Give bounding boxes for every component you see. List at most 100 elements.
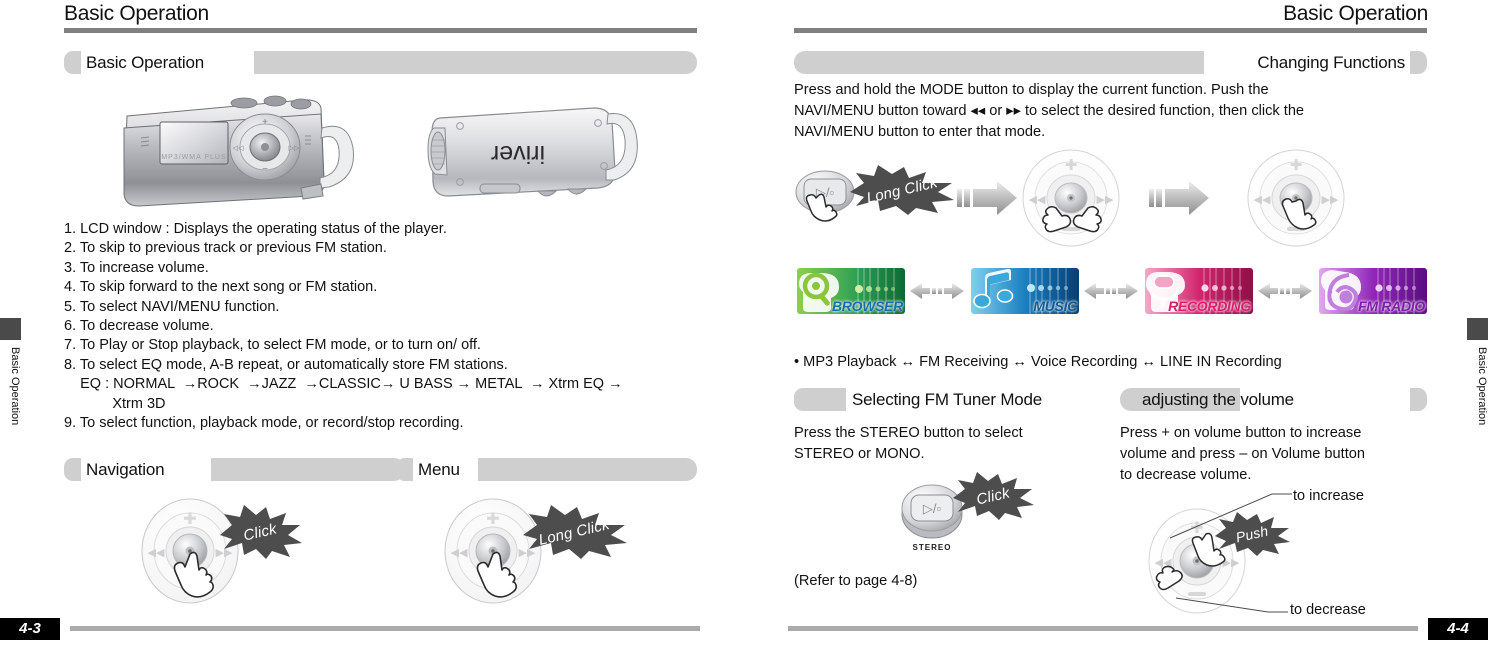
double-arrow-3 — [1258, 280, 1312, 302]
burst-navigation-click: Click — [216, 505, 304, 559]
section-header-navigation: Navigation — [64, 458, 405, 481]
pill-cap-icon — [64, 51, 81, 74]
player-side-image: iriver — [418, 92, 648, 212]
volume-paragraph: Press + on volume button to increase vol… — [1120, 423, 1440, 486]
section-title-menu: Menu — [418, 460, 460, 479]
pill-cap-icon — [396, 458, 413, 481]
list-item-9: 9. To select function, playback mode, or… — [64, 415, 464, 432]
right-page: Basic Operation Changing Functions Press… — [744, 0, 1488, 652]
function-tile-music[interactable]: MUSIC — [971, 268, 1079, 314]
paragraph-line: volume and press – on Volume button — [1120, 446, 1366, 462]
double-arrow-1 — [910, 280, 964, 302]
side-tab-left: Basic Operation — [0, 318, 21, 425]
fm-tuner-paragraph: Press the STEREO button to select STEREO… — [794, 423, 1094, 465]
jog-wheel-select-function: ✚ ◀◀ ▶▶ — [1016, 148, 1126, 248]
function-tile-label: FM RADIO — [1358, 298, 1425, 314]
svg-text:✚: ✚ — [486, 511, 499, 528]
jog-wheel-enter-mode: ✚ ◀◀ ▶▶ — [1241, 148, 1351, 248]
burst-volume-push: Push — [1212, 512, 1292, 556]
section-title-changing-functions: Changing Functions — [1257, 53, 1405, 72]
svg-text:◀◀: ◀◀ — [1029, 194, 1046, 206]
function-tile-recording[interactable]: RECORDING — [1145, 268, 1253, 314]
list-item-8: 8. To select EQ mode, A-B repeat, or aut… — [64, 356, 508, 373]
section-header-menu: Menu — [396, 458, 697, 481]
svg-text:✚: ✚ — [1065, 157, 1078, 174]
fm-radio-icon — [1321, 270, 1361, 312]
paragraph-line: NAVI/MENU button toward ◂◂ or ▸▸ to sele… — [794, 103, 1305, 119]
svg-text:◀◀: ◀◀ — [148, 547, 165, 559]
side-tab-right: Basic Operation — [1467, 318, 1488, 425]
svg-text:◁◁: ◁◁ — [233, 145, 244, 152]
page-number-right: 4-4 — [1428, 618, 1488, 640]
section-title-navigation: Navigation — [86, 460, 165, 479]
paragraph-line: Press the STEREO button to select — [794, 425, 1023, 441]
flow-arrow-right-2 — [1149, 178, 1211, 218]
svg-text:▷/▫: ▷/▫ — [923, 501, 941, 516]
pill-bar — [254, 51, 697, 74]
running-head-left: Basic Operation — [64, 2, 209, 25]
svg-text:✚: ✚ — [183, 511, 196, 528]
list-item-3: 3. To increase volume. — [64, 259, 209, 276]
svg-text:STEREO: STEREO — [913, 543, 952, 552]
pill-bar — [794, 51, 1204, 74]
function-tile-label: RECORDING — [1168, 298, 1251, 314]
list-item-8-eq: EQ : NORMAL →ROCK →JAZZ →CLASSIC→ U BASS… — [64, 376, 623, 393]
header-rule-left — [64, 28, 697, 33]
burst-mode-long-click: Long Click — [847, 165, 957, 215]
function-tile-label: BROWSER — [831, 298, 903, 314]
section-title-basic-operation: Basic Operation — [86, 53, 204, 72]
section-header-fm-tuner: Selecting FM Tuner Mode — [794, 388, 1095, 411]
paragraph-line: Press + on volume button to increase — [1120, 425, 1362, 441]
svg-text:▶▶: ▶▶ — [1322, 194, 1339, 206]
numbered-list: 1. LCD window : Displays the operating s… — [64, 220, 623, 433]
footer-right: 4-4 — [788, 618, 1488, 640]
pill-bar-left — [794, 388, 846, 411]
header-rule-right — [794, 28, 1427, 33]
changing-functions-paragraph: Press and hold the MODE button to displa… — [794, 80, 1434, 143]
footer-rule — [788, 626, 1418, 631]
svg-text:iriver: iriver — [491, 140, 545, 168]
flow-arrow-right-1 — [957, 178, 1019, 218]
footer-left: 4-3 — [0, 618, 700, 640]
running-head-right: Basic Operation — [1283, 2, 1428, 25]
footer-rule — [70, 626, 700, 631]
paragraph-line: STEREO or MONO. — [794, 446, 925, 462]
pill-cap-icon — [64, 458, 81, 481]
paragraph-line: Press and hold the MODE button to displa… — [794, 82, 1269, 98]
page-number-left: 4-3 — [0, 618, 60, 640]
list-item-4: 4. To skip forward to the next song or F… — [64, 279, 378, 296]
section-title-volume: adjusting the volume — [1142, 390, 1294, 409]
svg-text:◀◀: ◀◀ — [451, 547, 468, 559]
side-tab-label: Basic Operation — [1476, 347, 1488, 426]
side-tab-block — [0, 318, 21, 340]
function-tile-label: MUSIC — [1033, 298, 1077, 314]
svg-text:✚: ✚ — [1190, 520, 1203, 537]
paragraph-line: to decrease volume. — [1120, 467, 1252, 483]
section-header-changing-functions: Changing Functions — [794, 51, 1427, 74]
section-header-volume: adjusting the volume — [1120, 388, 1427, 411]
fm-tuner-footnote: (Refer to page 4-8) — [794, 571, 917, 592]
svg-text:+: + — [262, 117, 268, 128]
svg-text:▶▶: ▶▶ — [1097, 194, 1114, 206]
pill-cap-icon — [1410, 388, 1427, 411]
list-item-6: 6. To decrease volume. — [64, 318, 214, 335]
callout-to-increase: to increase — [1293, 488, 1364, 504]
list-item-8-eq-cont: Xtrm 3D — [64, 395, 166, 412]
svg-text:MP3/WMA PLUS: MP3/WMA PLUS — [161, 154, 226, 161]
pill-cap-icon — [1410, 51, 1427, 74]
svg-text:✚: ✚ — [1290, 157, 1303, 174]
function-tile-browser[interactable]: BROWSER — [797, 268, 905, 314]
paragraph-line: NAVI/MENU button to enter that mode. — [794, 124, 1046, 140]
player-front-image: MP3/WMA PLUS + − ◁◁ ▷▷ — [105, 92, 405, 222]
double-arrow-2 — [1084, 280, 1138, 302]
list-item-5: 5. To select NAVI/MENU function. — [64, 298, 280, 315]
svg-text:▷▷: ▷▷ — [289, 145, 300, 152]
svg-text:◀◀: ◀◀ — [1254, 194, 1271, 206]
callout-to-decrease: to decrease — [1290, 602, 1366, 618]
list-item-2: 2. To skip to previous track or previous… — [64, 240, 387, 257]
function-tile-fm-radio[interactable]: FM RADIO — [1319, 268, 1427, 314]
list-item-1: 1. LCD window : Displays the operating s… — [64, 221, 447, 237]
burst-stereo-click: Click — [950, 472, 1036, 520]
function-flow-text: • MP3 Playback ↔ FM Receiving ↔ Voice Re… — [794, 354, 1282, 370]
side-tab-block — [1467, 318, 1488, 340]
